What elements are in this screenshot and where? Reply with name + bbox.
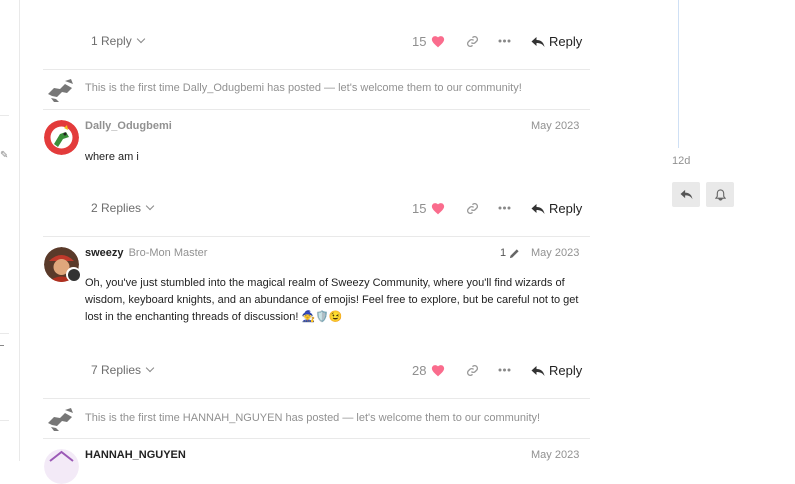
reply-button[interactable]: Reply (531, 363, 582, 378)
reply-label: Reply (549, 34, 583, 49)
chevron-down-icon (145, 201, 155, 211)
reply-arrow-icon (531, 203, 545, 214)
timeline-scroll-track[interactable] (678, 0, 679, 148)
pencil-icon (510, 248, 519, 258)
like-count: 15 (412, 201, 427, 216)
bell-icon (714, 188, 726, 201)
replies-count: 1 Reply (91, 34, 132, 48)
post-author-name: sweezy (85, 247, 124, 259)
like-count: 15 (412, 34, 427, 49)
replies-count: 7 Replies (91, 363, 142, 377)
reply-label: Reply (549, 363, 583, 378)
avatar-image (44, 120, 79, 155)
sidebar-border (19, 0, 20, 461)
avatar-image (44, 449, 79, 484)
heart-icon (432, 203, 445, 215)
replies-count: 2 Replies (91, 201, 142, 215)
timeline-date-label: 12d (672, 155, 691, 167)
post-author[interactable]: HANNAH_NGUYEN (85, 449, 186, 461)
heart-icon (432, 36, 445, 48)
heart-icon (432, 365, 445, 377)
like-count: 28 (412, 363, 427, 378)
reply-button[interactable]: Reply (531, 201, 582, 216)
post-date[interactable]: May 2023 (531, 120, 579, 132)
chevron-down-icon (145, 363, 155, 373)
post-date[interactable]: May 2023 (531, 247, 579, 259)
reply-arrow-icon (531, 36, 545, 47)
post-author[interactable]: Dally_Odugbemi (85, 120, 172, 132)
show-replies-button[interactable]: 1 Reply (91, 34, 145, 48)
like-button[interactable]: 15 (412, 201, 445, 216)
sidebar-divider (0, 333, 9, 334)
post-body: Oh, you've just stumbled into the magica… (85, 275, 580, 326)
welcome-notice: This is the first time HANNAH_NGUYEN has… (85, 412, 541, 424)
post-author[interactable]: sweezy Bro-Mon Master (85, 247, 207, 259)
notification-button[interactable] (706, 182, 734, 207)
edit-count: 1 (500, 247, 507, 259)
link-icon[interactable] (463, 199, 481, 217)
link-icon[interactable] (463, 32, 481, 50)
post-divider (43, 438, 590, 439)
chevron-down-icon (136, 34, 145, 44)
user-title: Bro-Mon Master (128, 247, 208, 259)
hand-wave-icon (48, 79, 73, 102)
timeline-reply-button[interactable] (672, 182, 700, 207)
post-date[interactable]: May 2023 (531, 449, 579, 461)
edit-history-button[interactable]: 1 (500, 247, 520, 259)
hand-wave-icon (48, 408, 73, 431)
link-icon[interactable] (463, 361, 481, 379)
post-divider (43, 398, 590, 399)
post-divider (43, 236, 590, 237)
reply-arrow-icon (531, 365, 545, 376)
sidebar-edit-icon: ✎ (0, 150, 9, 161)
post-divider (43, 109, 590, 110)
more-icon[interactable] (495, 361, 513, 379)
avatar[interactable] (44, 449, 79, 484)
welcome-notice: This is the first time Dally_Odugbemi ha… (85, 82, 522, 94)
post-body: where am i (85, 151, 139, 163)
user-flair-icon (66, 267, 81, 282)
post-divider (43, 69, 590, 70)
sidebar-divider (0, 420, 9, 421)
more-icon[interactable] (495, 32, 513, 50)
show-replies-button[interactable]: 7 Replies (91, 363, 155, 377)
show-replies-button[interactable]: 2 Replies (91, 201, 155, 215)
reply-label: Reply (549, 201, 583, 216)
sidebar-dash-icon (0, 345, 4, 346)
reply-button[interactable]: Reply (531, 34, 582, 49)
emoji-group: 🧙🛡️😉 (301, 311, 343, 323)
reply-arrow-icon (680, 189, 692, 200)
like-button[interactable]: 15 (412, 34, 445, 49)
sidebar-divider (0, 115, 9, 116)
like-button[interactable]: 28 (412, 363, 445, 378)
more-icon[interactable] (495, 199, 513, 217)
avatar[interactable] (44, 120, 79, 155)
